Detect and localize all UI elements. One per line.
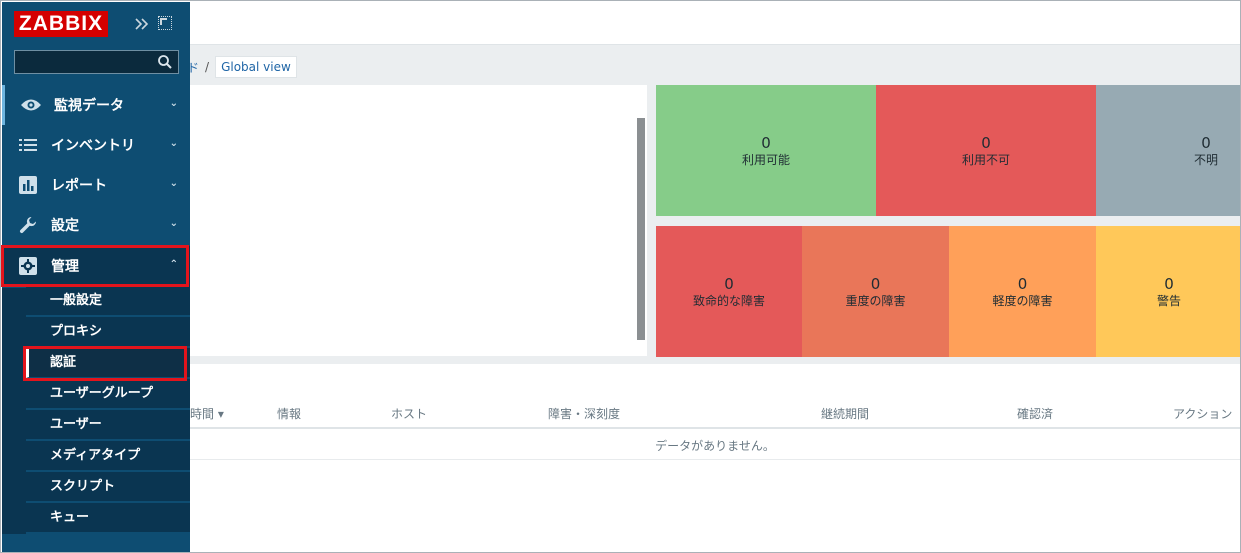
search-icon[interactable]	[157, 54, 173, 70]
menu-inventory-label: インベントリ	[51, 138, 135, 154]
submenu-scripts[interactable]: スクリプト	[26, 472, 190, 502]
breadcrumb: ド / Global view	[187, 56, 297, 78]
disaster-count: 0	[724, 274, 734, 293]
submenu-users[interactable]: ユーザー	[26, 410, 190, 440]
column-problem-severity[interactable]: 障害・深刻度	[548, 405, 620, 422]
zabbix-logo[interactable]: ZABBIX	[14, 11, 108, 37]
warning-label: 警告	[1156, 293, 1181, 308]
breadcrumb-separator: /	[205, 60, 210, 74]
chevron-down-icon: ⌄	[169, 218, 178, 229]
dashboard-widget-left	[190, 85, 647, 357]
menu-monitoring[interactable]: 監視データ ⌄	[2, 85, 190, 125]
widget-gap	[190, 356, 1240, 364]
disaster-label: 致命的な障害	[692, 293, 765, 308]
submenu-queue[interactable]: キュー	[26, 503, 190, 533]
severity-average[interactable]: 0 軽度の障害	[949, 226, 1096, 357]
submenu-user-groups[interactable]: ユーザーグループ	[26, 379, 190, 409]
list-icon	[17, 134, 39, 156]
column-host[interactable]: ホスト	[391, 405, 427, 422]
high-label: 重度の障害	[845, 293, 906, 308]
host-availability-unavailable[interactable]: 0 利用不可	[876, 85, 1096, 216]
severity-high[interactable]: 0 重度の障害	[802, 226, 949, 357]
widget-gap	[647, 85, 656, 357]
problems-table-empty-row: データがありません。	[190, 431, 1240, 460]
column-time[interactable]: 時間 ▾	[190, 405, 224, 422]
widget-gap	[656, 216, 1240, 226]
menu-administration-label: 管理	[51, 259, 79, 275]
double-chevron-right-icon[interactable]	[133, 15, 151, 33]
column-info: 情報	[277, 407, 302, 421]
search-input[interactable]	[14, 50, 179, 74]
menu-inventory[interactable]: インベントリ ⌄	[2, 125, 190, 165]
breadcrumb-current[interactable]: Global view	[215, 56, 297, 78]
submenu-general[interactable]: 一般設定	[26, 286, 190, 316]
app-window: ド / Global view 0 利用可能 0 利用不可 0 不明 0 致命的…	[0, 0, 1241, 553]
available-count: 0	[761, 133, 771, 152]
average-count: 0	[1017, 274, 1028, 293]
severity-warning[interactable]: 0 警告	[1096, 226, 1240, 357]
eye-icon	[20, 94, 42, 116]
column-actions: アクション	[1173, 407, 1233, 421]
average-label: 軽度の障害	[992, 293, 1053, 308]
menu-configuration[interactable]: 設定 ⌄	[2, 205, 190, 245]
unknown-label: 不明	[1193, 152, 1218, 167]
submenu-media-types[interactable]: メディアタイプ	[26, 441, 190, 471]
menu-administration[interactable]: 管理 ⌃	[2, 246, 190, 286]
bar-chart-icon	[17, 174, 39, 196]
sidebar-footer	[2, 534, 190, 552]
high-count: 0	[870, 274, 881, 293]
widget-scrollbar[interactable]	[637, 118, 645, 340]
warning-count: 0	[1164, 274, 1174, 293]
severity-disaster[interactable]: 0 致命的な障害	[656, 226, 802, 357]
unavailable-label: 利用不可	[961, 152, 1010, 167]
chevron-down-icon: ⌄	[169, 98, 178, 109]
menu-configuration-label: 設定	[51, 218, 79, 234]
submenu-authentication[interactable]: 認証	[26, 348, 190, 378]
column-duration: 継続期間	[821, 407, 870, 421]
submenu-track	[2, 288, 26, 534]
menu-monitoring-label: 監視データ	[54, 98, 124, 114]
chevron-down-icon: ⌄	[169, 138, 178, 149]
problems-table-header: 時間 ▾ 情報 ホスト 障害・深刻度 継続期間 確認済 アクション	[190, 399, 1240, 429]
gear-icon	[17, 255, 39, 277]
host-availability-available[interactable]: 0 利用可能	[656, 85, 876, 216]
wrench-icon	[17, 214, 39, 236]
chevron-up-icon: ⌃	[169, 259, 178, 270]
submenu-proxies[interactable]: プロキシ	[26, 317, 190, 347]
unavailable-count: 0	[981, 133, 991, 152]
column-acknowledged: 確認済	[1017, 407, 1054, 421]
breadcrumb-bar: ド / Global view	[187, 45, 1240, 85]
host-availability-unknown[interactable]: 0 不明	[1096, 85, 1240, 216]
sidebar: ZABBIX 監視データ ⌄ インベントリ ⌄ レポート ⌄ 設定 ⌄ 管理 ⌃…	[2, 2, 190, 552]
menu-reports[interactable]: レポート ⌄	[2, 165, 190, 205]
available-label: 利用可能	[741, 152, 790, 167]
chevron-down-icon: ⌄	[169, 178, 178, 189]
menu-reports-label: レポート	[51, 178, 107, 194]
unknown-count: 0	[1201, 133, 1211, 152]
kiosk-mode-icon[interactable]	[158, 16, 172, 30]
page-header	[190, 2, 1240, 45]
